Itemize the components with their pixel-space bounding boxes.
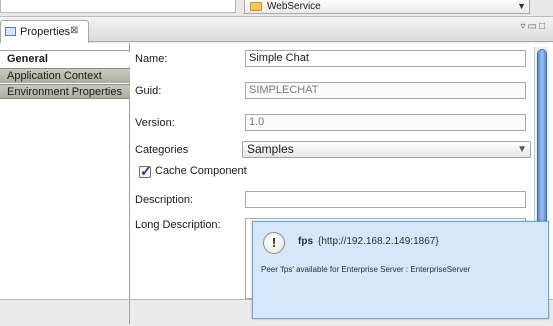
version-field[interactable]: 1.0 xyxy=(245,114,526,131)
view-tab-bar: Properties ⊠ ▿▭□ xyxy=(0,16,553,43)
section-environment-properties[interactable]: Environment Properties xyxy=(0,84,130,99)
guid-label: Guid: xyxy=(135,85,162,97)
section-application-context[interactable]: Application Context xyxy=(0,68,130,83)
section-general[interactable]: General xyxy=(0,52,130,67)
properties-icon xyxy=(5,27,16,36)
bottom-bar-left xyxy=(0,300,130,324)
description-field[interactable] xyxy=(245,191,526,208)
top-left-box xyxy=(0,0,236,13)
tab-properties-label: Properties xyxy=(20,26,71,38)
cache-component-checkbox[interactable]: ✓ xyxy=(139,163,152,179)
guid-field[interactable]: SIMPLECHAT xyxy=(245,82,526,99)
cache-component-label: Cache Component xyxy=(155,165,247,177)
close-icon[interactable]: ⊠ xyxy=(70,25,78,36)
view-controls: ▿▭□ xyxy=(520,21,547,32)
peer-address: {http://192.168.2.149:1867} xyxy=(318,236,439,247)
folder-icon xyxy=(250,2,262,11)
section-list: General Application Context Environment … xyxy=(0,43,130,299)
peer-name: fps xyxy=(298,236,313,247)
categories-label: Categories xyxy=(135,144,189,156)
service-type-value: WebService xyxy=(267,1,321,12)
notification-title: fps {http://192.168.2.149:1867} xyxy=(298,236,439,247)
peer-notification-popup[interactable]: ! fps {http://192.168.2.149:1867} Peer 'f… xyxy=(252,221,549,319)
top-strip: WebService ▼ xyxy=(0,0,553,16)
view-menu-icon[interactable]: ▿ xyxy=(520,21,527,32)
divider xyxy=(0,50,130,51)
chevron-down-icon: ▼ xyxy=(517,144,527,155)
name-field[interactable]: Simple Chat xyxy=(245,50,526,67)
name-label: Name: xyxy=(135,53,168,65)
long-description-label: Long Description: xyxy=(135,219,221,231)
notification-message: Peer 'fps' available for Enterprise Serv… xyxy=(261,265,471,274)
categories-select[interactable]: Samples ▼ xyxy=(242,141,531,158)
tab-properties[interactable]: Properties ⊠ xyxy=(0,20,89,43)
categories-value: Samples xyxy=(247,142,294,156)
maximize-icon[interactable]: □ xyxy=(539,21,547,32)
service-type-combo[interactable]: WebService ▼ xyxy=(244,0,530,14)
info-icon: ! xyxy=(263,232,285,254)
version-label: Version: xyxy=(135,117,175,129)
checkmark-icon: ✓ xyxy=(140,163,152,179)
minimize-icon[interactable]: ▭ xyxy=(528,21,539,32)
chevron-down-icon: ▼ xyxy=(517,1,526,11)
description-label: Description: xyxy=(135,194,194,206)
